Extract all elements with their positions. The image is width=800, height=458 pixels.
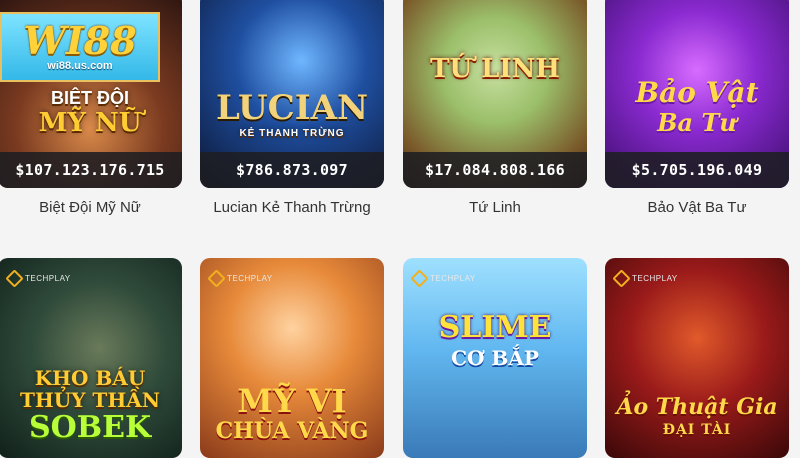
provider-tag: TECHPLAY (207, 269, 273, 288)
game-card-my-vi-chua-vang[interactable]: TECHPLAY MỸ VỊ CHÙA VÀNG (200, 258, 384, 458)
art-title: Ảo Thuật Gia (616, 394, 778, 420)
logo-url: wi88.us.com (47, 60, 113, 72)
techplay-logo-icon (410, 269, 429, 288)
site-logo: WI88 wi88.us.com (0, 12, 160, 82)
game-name[interactable]: Lucian Kẻ Thanh Trừng (200, 199, 384, 216)
art-title: CHÙA VÀNG (215, 418, 369, 444)
game-card-tu-linh[interactable]: TỨ LINH $17.084.808.166 (403, 0, 587, 188)
provider-name: TECHPLAY (227, 274, 273, 283)
game-name[interactable]: Tứ Linh (403, 199, 587, 216)
game-card-kho-bau-thuy-than[interactable]: TECHPLAY KHO BÁU THỦY THẦN SOBEK (0, 258, 182, 458)
art-title: SLIME (438, 310, 552, 345)
game-card-slime-co-bap[interactable]: TECHPLAY SLIME CƠ BẮP (403, 258, 587, 458)
art-title: Bảo Vật (635, 76, 759, 109)
art-title: Ba Tư (657, 108, 737, 137)
jackpot-amount: $5.705.196.049 (605, 152, 789, 188)
art-title: THỦY THẦN (19, 388, 161, 412)
jackpot-amount: $107.123.176.715 (0, 152, 182, 188)
provider-name: TECHPLAY (430, 274, 476, 283)
game-card-lucian[interactable]: LUCIAN KẺ THANH TRỪNG $786.873.097 (200, 0, 384, 188)
art-title: KẺ THANH TRỪNG (239, 128, 345, 139)
art-title: SOBEK (28, 410, 152, 445)
art-title: MỸ NỮ (38, 108, 142, 138)
provider-tag: TECHPLAY (612, 269, 678, 288)
art-title: ĐẠI TÀI (662, 422, 732, 438)
game-name[interactable]: Biệt Đội Mỹ Nữ (0, 199, 182, 216)
logo-wordmark: WI88 (23, 18, 137, 63)
game-card-ao-thuat-gia[interactable]: TECHPLAY Ảo Thuật Gia ĐẠI TÀI (605, 258, 789, 458)
techplay-logo-icon (612, 269, 631, 288)
techplay-logo-icon (5, 269, 24, 288)
provider-tag: TECHPLAY (5, 269, 71, 288)
game-name[interactable]: Bảo Vật Ba Tư (605, 199, 789, 216)
art-title: LUCIAN (215, 88, 369, 128)
art-title: CƠ BẮP (451, 346, 539, 370)
provider-name: TECHPLAY (632, 274, 678, 283)
provider-tag: TECHPLAY (410, 269, 476, 288)
provider-name: TECHPLAY (25, 274, 71, 283)
art-title: BIỆT ĐỘI (50, 88, 129, 108)
jackpot-amount: $17.084.808.166 (403, 152, 587, 188)
art-title: KHO BÁU (34, 366, 146, 390)
art-title: MỸ VỊ (237, 382, 347, 420)
game-card-bao-vat-ba-tu[interactable]: Bảo Vật Ba Tư $5.705.196.049 (605, 0, 789, 188)
techplay-logo-icon (207, 269, 226, 288)
jackpot-amount: $786.873.097 (200, 152, 384, 188)
art-title: TỨ LINH (430, 54, 560, 84)
